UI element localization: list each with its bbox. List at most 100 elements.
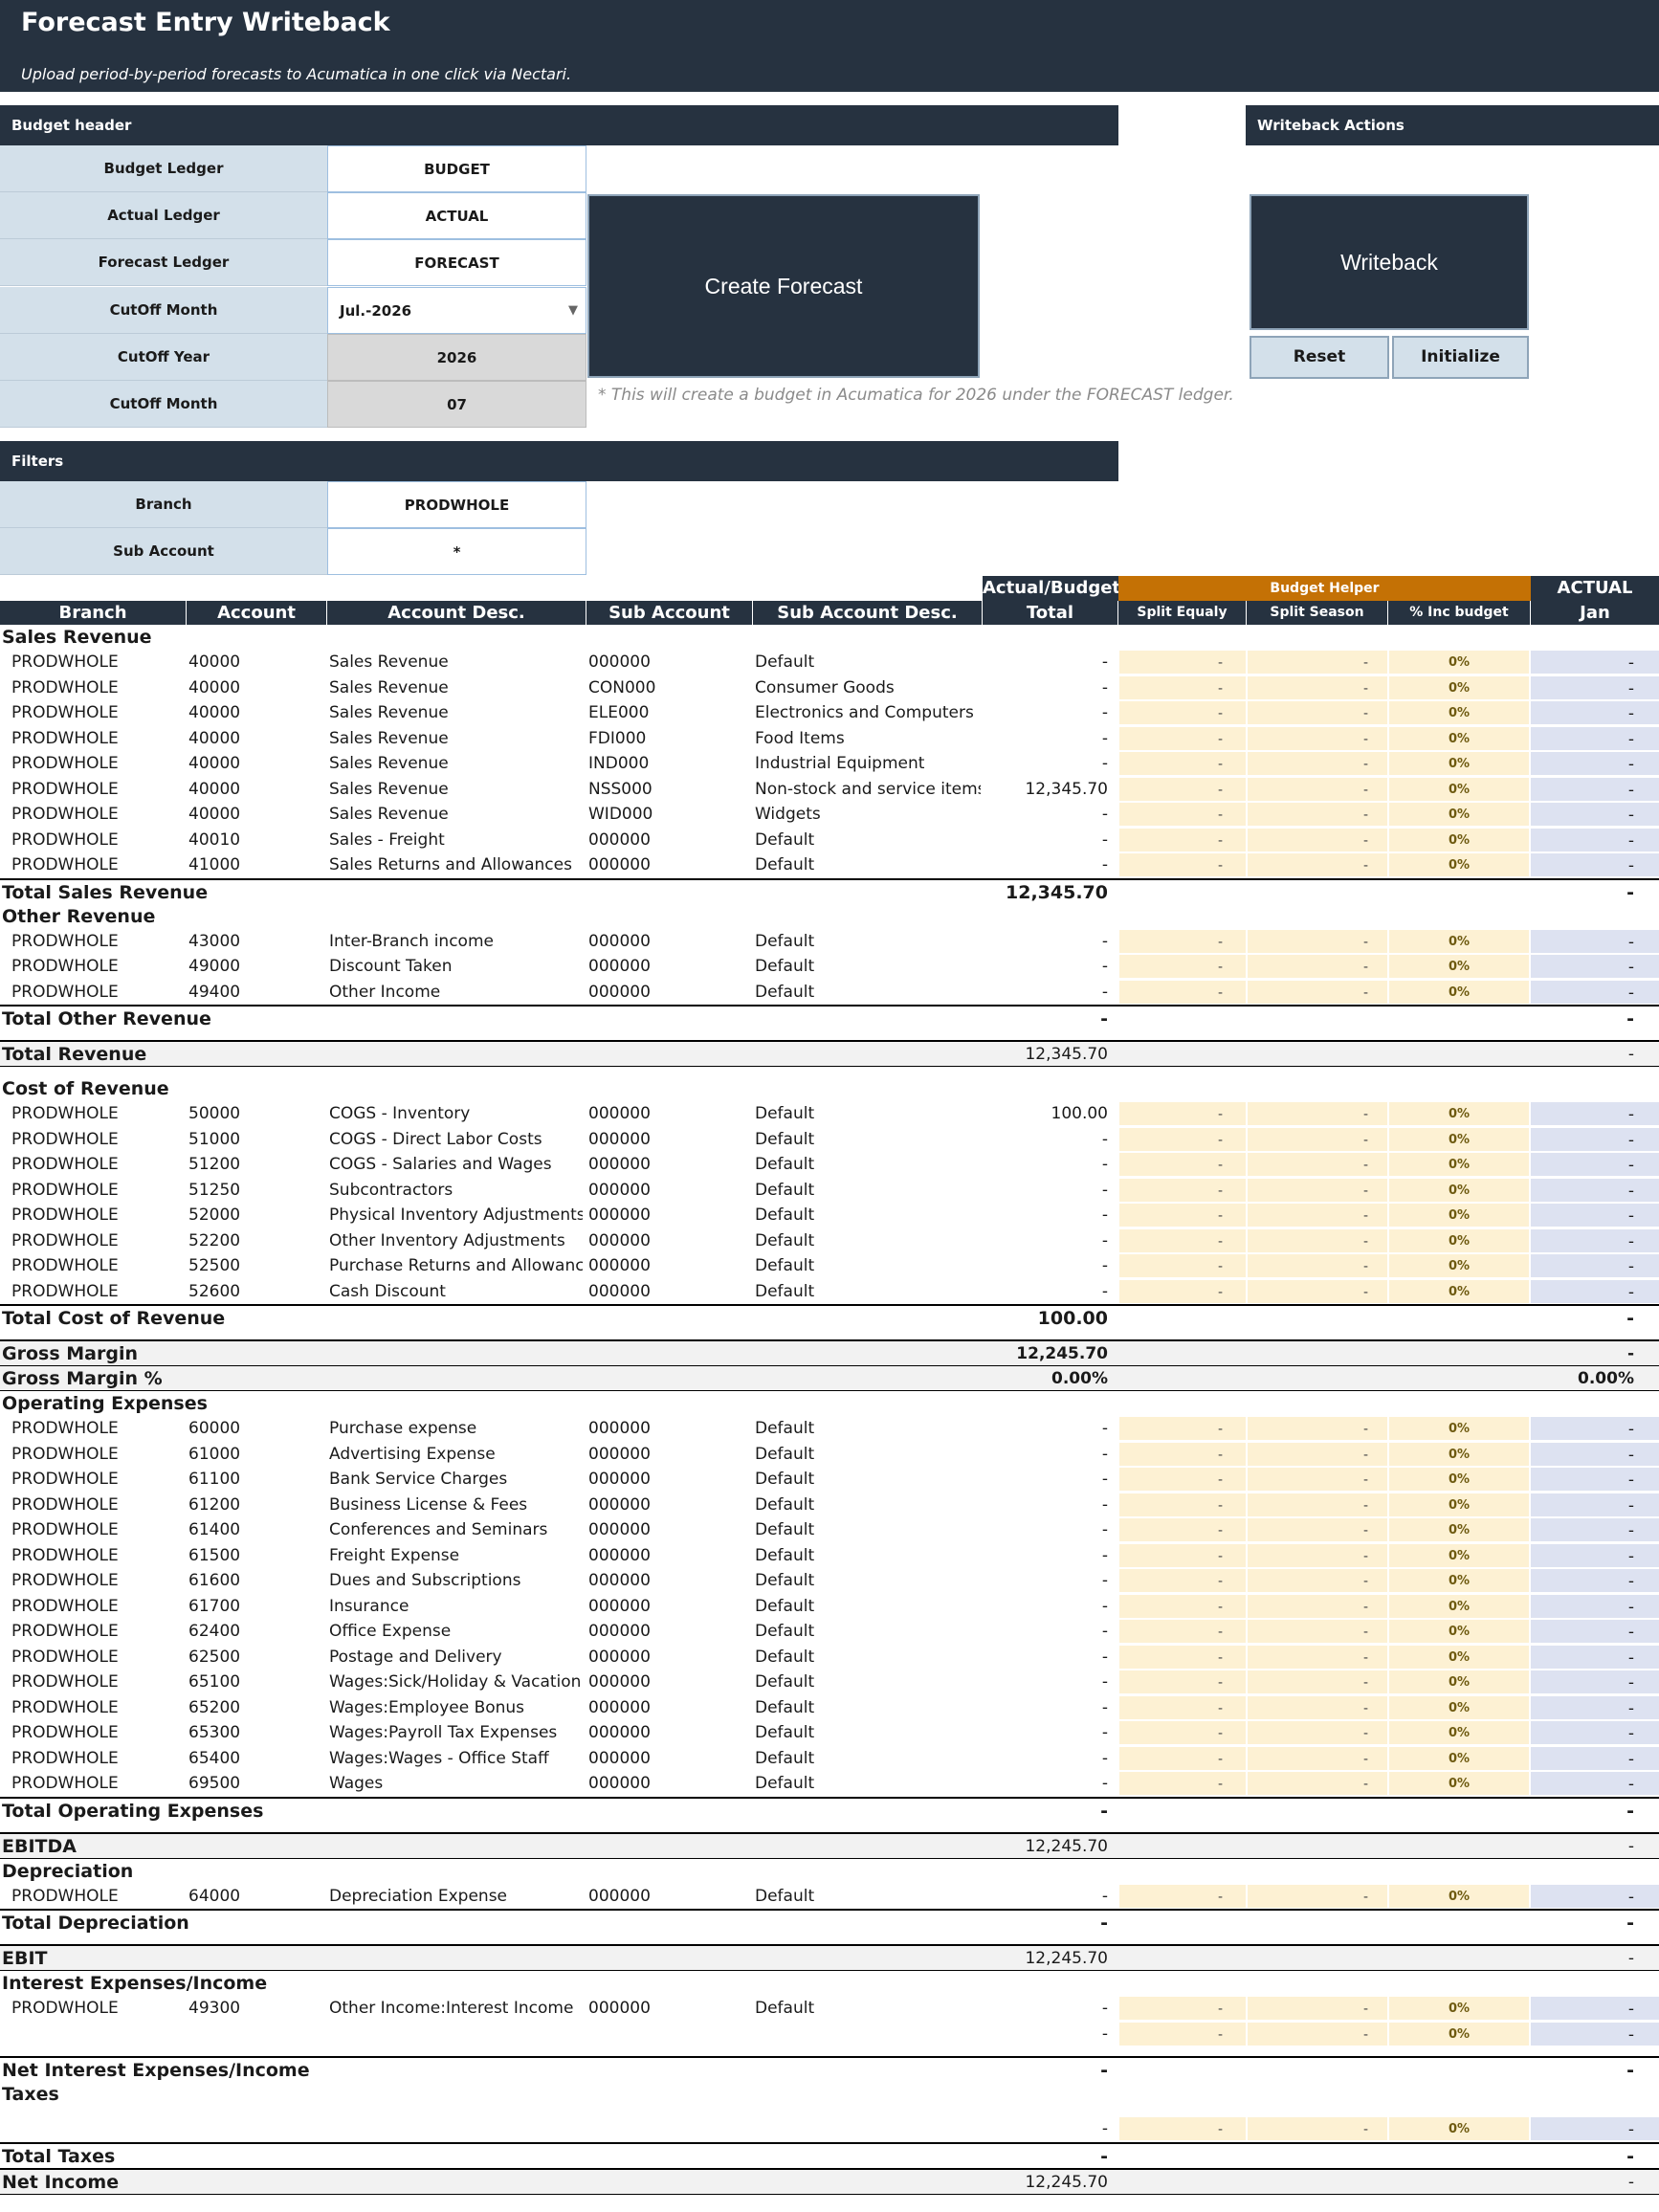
split-equaly-input[interactable]: - (1119, 1468, 1246, 1491)
split-equaly-input[interactable]: - (1119, 777, 1246, 801)
split-equaly-input[interactable]: - (1119, 2022, 1246, 2046)
writeback-button[interactable]: Writeback (1250, 194, 1529, 330)
split-equaly-input[interactable]: - (1119, 1228, 1246, 1252)
pct-inc-budget-input[interactable]: 0% (1389, 1884, 1529, 1908)
pct-inc-budget-input[interactable]: 0% (1389, 1721, 1529, 1744)
split-season-input[interactable]: - (1248, 980, 1387, 1004)
split-season-input[interactable]: - (1248, 726, 1387, 750)
pct-inc-budget-input[interactable]: 0% (1389, 1417, 1529, 1440)
col-sub-account[interactable]: Sub Account (586, 601, 753, 625)
split-season-input[interactable]: - (1248, 955, 1387, 978)
split-season-input[interactable]: - (1248, 651, 1387, 674)
pct-inc-budget-input[interactable]: 0% (1389, 1670, 1529, 1693)
pct-inc-budget-input[interactable]: 0% (1389, 1279, 1529, 1303)
split-equaly-input[interactable]: - (1119, 675, 1246, 699)
split-equaly-input[interactable]: - (1119, 1772, 1246, 1795)
split-season-input[interactable]: - (1248, 1670, 1387, 1693)
split-equaly-input[interactable]: - (1119, 1543, 1246, 1567)
create-forecast-button[interactable]: Create Forecast (587, 194, 980, 378)
pct-inc-budget-input[interactable]: 0% (1389, 752, 1529, 775)
col-total[interactable]: Total (983, 601, 1118, 625)
split-equaly-input[interactable]: - (1119, 1442, 1246, 1466)
pct-inc-budget-input[interactable]: 0% (1389, 1772, 1529, 1795)
split-equaly-input[interactable]: - (1119, 1254, 1246, 1277)
pct-inc-budget-input[interactable]: 0% (1389, 929, 1529, 953)
split-equaly-input[interactable]: - (1119, 1569, 1246, 1592)
pct-inc-budget-input[interactable]: 0% (1389, 1204, 1529, 1227)
budget-ledger-field[interactable]: BUDGET (327, 145, 586, 192)
split-season-input[interactable]: - (1248, 2117, 1387, 2140)
split-season-input[interactable]: - (1248, 1279, 1387, 1303)
split-equaly-input[interactable]: - (1119, 1493, 1246, 1516)
split-equaly-input[interactable]: - (1119, 726, 1246, 750)
split-season-input[interactable]: - (1248, 1746, 1387, 1770)
split-equaly-input[interactable]: - (1119, 1997, 1246, 2020)
split-season-input[interactable]: - (1248, 701, 1387, 724)
pct-inc-budget-input[interactable]: 0% (1389, 1228, 1529, 1252)
split-season-input[interactable]: - (1248, 1102, 1387, 1125)
pct-inc-budget-input[interactable]: 0% (1389, 1645, 1529, 1669)
col-pct-inc-budget[interactable]: % Inc budget (1388, 601, 1531, 625)
split-equaly-input[interactable]: - (1119, 1695, 1246, 1719)
forecast-ledger-field[interactable]: FORECAST (327, 239, 586, 286)
pct-inc-budget-input[interactable]: 0% (1389, 980, 1529, 1004)
sub-account-filter-field[interactable]: * (327, 528, 586, 575)
pct-inc-budget-input[interactable]: 0% (1389, 853, 1529, 876)
split-equaly-input[interactable]: - (1119, 1884, 1246, 1908)
pct-inc-budget-input[interactable]: 0% (1389, 701, 1529, 724)
split-season-input[interactable]: - (1248, 1204, 1387, 1227)
split-season-input[interactable]: - (1248, 1254, 1387, 1277)
pct-inc-budget-input[interactable]: 0% (1389, 1254, 1529, 1277)
split-season-input[interactable]: - (1248, 1721, 1387, 1744)
split-season-input[interactable]: - (1248, 1518, 1387, 1541)
branch-filter-field[interactable]: PRODWHOLE (327, 481, 586, 528)
pct-inc-budget-input[interactable]: 0% (1389, 1518, 1529, 1541)
pct-inc-budget-input[interactable]: 0% (1389, 1695, 1529, 1719)
split-season-input[interactable]: - (1248, 803, 1387, 826)
split-equaly-input[interactable]: - (1119, 1746, 1246, 1770)
initialize-button[interactable]: Initialize (1392, 336, 1529, 379)
chevron-down-icon[interactable]: ▼ (568, 288, 578, 334)
col-account[interactable]: Account (187, 601, 327, 625)
col-account-desc[interactable]: Account Desc. (327, 601, 586, 625)
pct-inc-budget-input[interactable]: 0% (1389, 1127, 1529, 1151)
pct-inc-budget-input[interactable]: 0% (1389, 1468, 1529, 1491)
pct-inc-budget-input[interactable]: 0% (1389, 1997, 1529, 2020)
split-equaly-input[interactable]: - (1119, 1204, 1246, 1227)
cutoff-month-dropdown[interactable]: Jul.-2026 ▼ (327, 287, 586, 334)
pct-inc-budget-input[interactable]: 0% (1389, 2117, 1529, 2140)
split-season-input[interactable]: - (1248, 777, 1387, 801)
split-equaly-input[interactable]: - (1119, 2117, 1246, 2140)
split-season-input[interactable]: - (1248, 1594, 1387, 1618)
col-jan[interactable]: Jan (1531, 601, 1659, 625)
split-equaly-input[interactable]: - (1119, 1594, 1246, 1618)
pct-inc-budget-input[interactable]: 0% (1389, 675, 1529, 699)
split-season-input[interactable]: - (1248, 2022, 1387, 2046)
split-season-input[interactable]: - (1248, 1695, 1387, 1719)
pct-inc-budget-input[interactable]: 0% (1389, 955, 1529, 978)
pct-inc-budget-input[interactable]: 0% (1389, 1569, 1529, 1592)
split-equaly-input[interactable]: - (1119, 1518, 1246, 1541)
col-branch[interactable]: Branch (0, 601, 187, 625)
split-season-input[interactable]: - (1248, 1772, 1387, 1795)
split-equaly-input[interactable]: - (1119, 1102, 1246, 1125)
pct-inc-budget-input[interactable]: 0% (1389, 1746, 1529, 1770)
split-season-input[interactable]: - (1248, 1127, 1387, 1151)
split-season-input[interactable]: - (1248, 1153, 1387, 1176)
split-season-input[interactable]: - (1248, 1543, 1387, 1567)
split-equaly-input[interactable]: - (1119, 1417, 1246, 1440)
split-season-input[interactable]: - (1248, 1417, 1387, 1440)
split-season-input[interactable]: - (1248, 1620, 1387, 1643)
pct-inc-budget-input[interactable]: 0% (1389, 1442, 1529, 1466)
pct-inc-budget-input[interactable]: 0% (1389, 777, 1529, 801)
pct-inc-budget-input[interactable]: 0% (1389, 2022, 1529, 2046)
split-equaly-input[interactable]: - (1119, 1127, 1246, 1151)
col-split-equaly[interactable]: Split Equaly (1118, 601, 1247, 625)
reset-button[interactable]: Reset (1250, 336, 1389, 379)
split-season-input[interactable]: - (1248, 1468, 1387, 1491)
pct-inc-budget-input[interactable]: 0% (1389, 1178, 1529, 1202)
pct-inc-budget-input[interactable]: 0% (1389, 651, 1529, 674)
split-equaly-input[interactable]: - (1119, 1620, 1246, 1643)
actual-ledger-field[interactable]: ACTUAL (327, 192, 586, 239)
split-equaly-input[interactable]: - (1119, 1721, 1246, 1744)
